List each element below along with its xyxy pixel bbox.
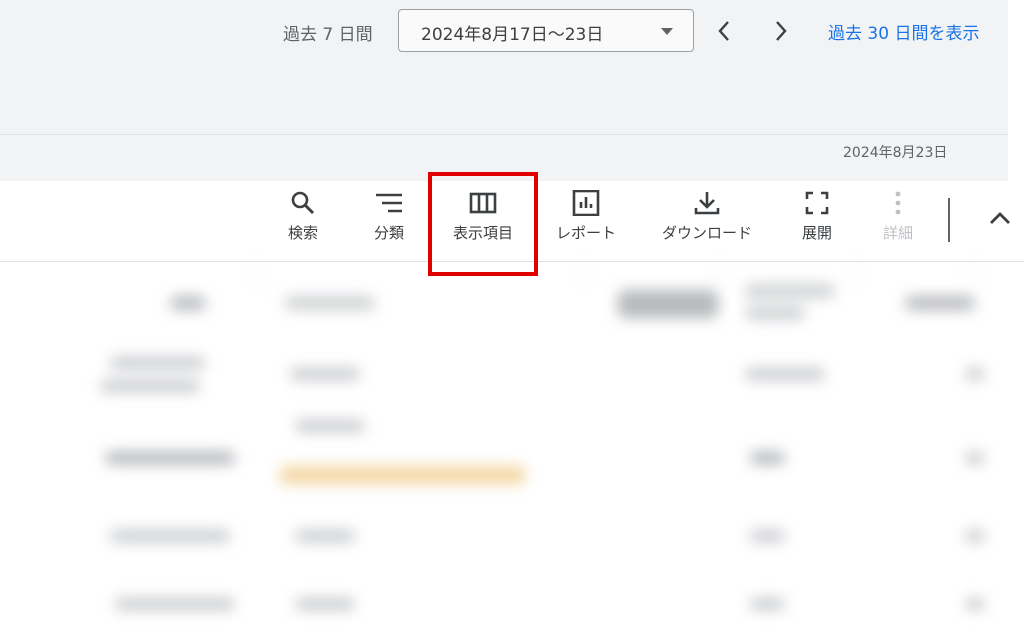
table-cell: [105, 452, 235, 464]
table-cell: [100, 380, 200, 392]
expand-label: 展開: [801, 224, 832, 242]
show-30-days-link[interactable]: 過去 30 日間を表示: [828, 19, 979, 44]
table-cell: [965, 530, 985, 542]
search-button[interactable]: 検索: [288, 190, 318, 243]
dropdown-caret-icon: [661, 28, 673, 35]
column-divider: [255, 262, 256, 284]
table-cell: [965, 598, 985, 610]
segment-button[interactable]: 分類: [374, 190, 404, 243]
table-cell: [750, 452, 785, 464]
table-cell: [750, 530, 785, 542]
collapse-button[interactable]: [988, 210, 1012, 230]
search-label: 検索: [287, 224, 318, 242]
header-cell: [745, 284, 835, 298]
table-cell: [745, 368, 825, 380]
highlight-box: [428, 172, 538, 276]
subheader-date: 2024年8月23日: [843, 145, 948, 161]
chevron-left-icon: [718, 21, 729, 41]
report-label: レポート: [555, 224, 616, 242]
date-range-picker[interactable]: 2024年8月17日～23日: [398, 9, 694, 52]
download-label: ダウンロード: [661, 224, 752, 242]
filter-lines-icon: [375, 193, 402, 213]
table-cell: [295, 420, 365, 432]
column-divider: [857, 262, 858, 284]
chevron-up-icon: [990, 212, 1010, 224]
next-period-button[interactable]: [765, 14, 797, 48]
date-range-value: 2024年8月17日～23日: [421, 25, 604, 45]
header-cell: [905, 296, 975, 310]
column-divider: [972, 262, 973, 284]
header-cell: [745, 306, 805, 320]
segment-label: 分類: [373, 224, 404, 242]
more-label: 詳細: [882, 224, 913, 242]
header-cell: [285, 296, 375, 310]
header-cell: [618, 290, 718, 318]
report-chart-icon: [572, 190, 600, 216]
table-cell: [965, 368, 985, 380]
table-cell: [750, 598, 785, 610]
table-cell: [295, 598, 355, 610]
table-cell: [110, 357, 205, 369]
blurred-data-table: [0, 262, 1024, 632]
table-cell: [965, 452, 985, 464]
previous-period-button[interactable]: [708, 14, 740, 48]
download-icon: [694, 192, 720, 215]
table-cell: [290, 368, 360, 380]
date-range-label: 過去 7 日間: [283, 25, 373, 45]
download-button[interactable]: ダウンロード: [662, 190, 752, 243]
report-button[interactable]: レポート: [556, 190, 616, 243]
column-divider: [720, 262, 721, 284]
table-cell: [295, 530, 355, 542]
more-vert-icon: [895, 191, 901, 215]
expand-button[interactable]: 展開: [802, 190, 832, 243]
search-icon: [291, 191, 315, 215]
chevron-right-icon: [776, 21, 787, 41]
more-button[interactable]: 詳細: [883, 190, 913, 243]
table-cell: [110, 530, 230, 542]
header-cell: [170, 296, 206, 310]
table-cell: [280, 466, 525, 484]
toolbar-divider: [948, 198, 950, 242]
column-divider: [583, 262, 584, 284]
fullscreen-icon: [805, 191, 829, 215]
table-cell: [115, 598, 235, 610]
